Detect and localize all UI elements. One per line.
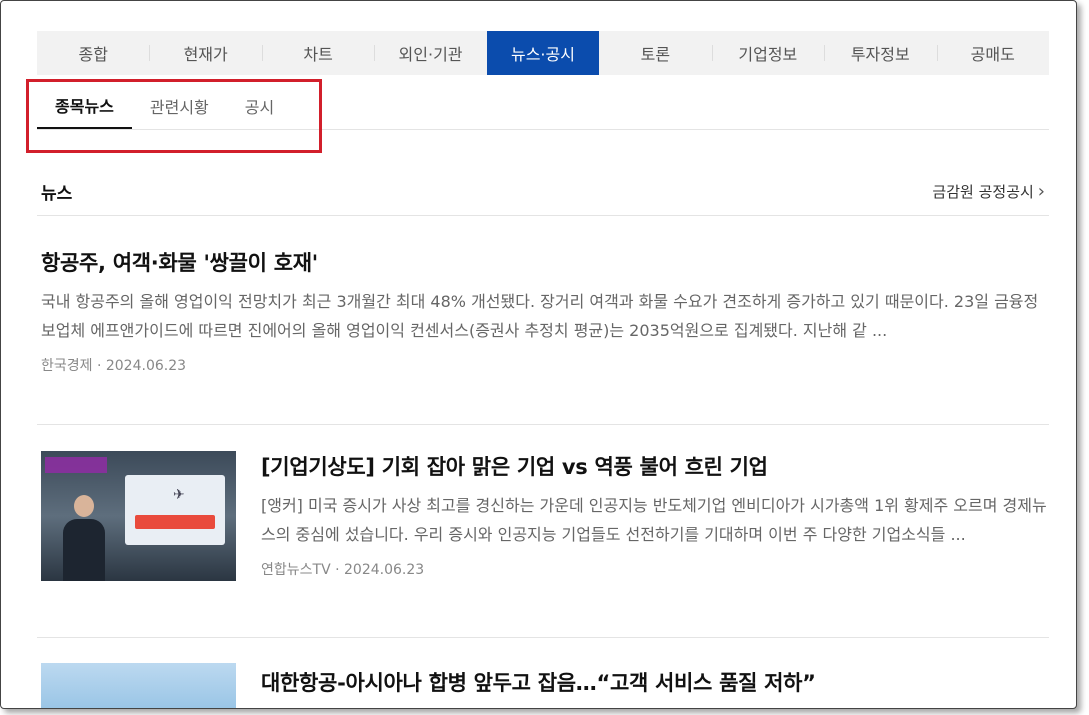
tab-foreign-institution[interactable]: 외인·기관: [374, 31, 486, 75]
news-anchor-figure: [63, 495, 105, 581]
tab-investment-info[interactable]: 투자정보: [824, 31, 936, 75]
browser-frame: 종합 현재가 차트 외인·기관 뉴스·공시 토론 기업정보 투자정보 공매도 종…: [0, 0, 1077, 709]
tab-discussion[interactable]: 토론: [599, 31, 711, 75]
news-item[interactable]: 대한항공-아시아나 합병 앞두고 잡음…“고객 서비스 품질 저하”: [37, 663, 1049, 708]
news-title[interactable]: 항공주, 여객·화물 '쌍끌이 호재': [41, 247, 1049, 277]
news-thumbnail[interactable]: [41, 663, 236, 708]
news-meta: 연합뉴스TV · 2024.06.23: [261, 562, 425, 578]
news-section-header: 뉴스 금감원 공정공시 ›: [37, 167, 1049, 216]
news-item[interactable]: ✈ [기업기상도] 기회 잡아 맑은 기업 vs 역풍 불어 흐린 기업 [앵커…: [37, 451, 1049, 638]
news-thumbnail[interactable]: ✈: [41, 451, 236, 581]
fss-disclosure-link-label: 금감원 공정공시: [932, 182, 1034, 201]
news-meta: 한국경제 · 2024.06.23: [41, 358, 187, 374]
news-item[interactable]: 항공주, 여객·화물 '쌍끌이 호재' 국내 항공주의 올해 영업이익 전망치가…: [37, 237, 1049, 425]
chevron-right-icon: ›: [1037, 180, 1045, 202]
section-title: 뉴스: [41, 183, 73, 204]
tab-company-info[interactable]: 기업정보: [711, 31, 824, 75]
news-title[interactable]: 대한항공-아시아나 합병 앞두고 잡음…“고객 서비스 품질 저하”: [261, 667, 1049, 697]
news-summary[interactable]: 국내 항공주의 올해 영업이익 전망치가 최근 3개월간 최대 48% 개선됐다…: [41, 287, 1049, 345]
airplane-icon: ✈: [173, 487, 185, 503]
fss-disclosure-link[interactable]: 금감원 공정공시 ›: [932, 181, 1049, 202]
tab-current-price[interactable]: 현재가: [149, 31, 261, 75]
main-tab-bar: 종합 현재가 차트 외인·기관 뉴스·공시 토론 기업정보 투자정보 공매도: [37, 31, 1049, 75]
tab-news-disclosure[interactable]: 뉴스·공시: [486, 31, 600, 75]
news-title[interactable]: [기업기상도] 기회 잡아 맑은 기업 vs 역풍 불어 흐린 기업: [261, 451, 1049, 481]
tab-short-selling[interactable]: 공매도: [936, 31, 1049, 75]
news-summary[interactable]: [앵커] 미국 증시가 사상 최고를 경신하는 가운데 인공지능 반도체기업 엔…: [261, 491, 1049, 549]
highlight-box: [26, 79, 322, 153]
tab-summary[interactable]: 종합: [37, 31, 149, 75]
news-graphic-panel: [125, 475, 225, 545]
caption-chip: [135, 515, 215, 529]
tab-chart[interactable]: 차트: [261, 31, 374, 75]
broadcast-banner: [45, 457, 107, 473]
